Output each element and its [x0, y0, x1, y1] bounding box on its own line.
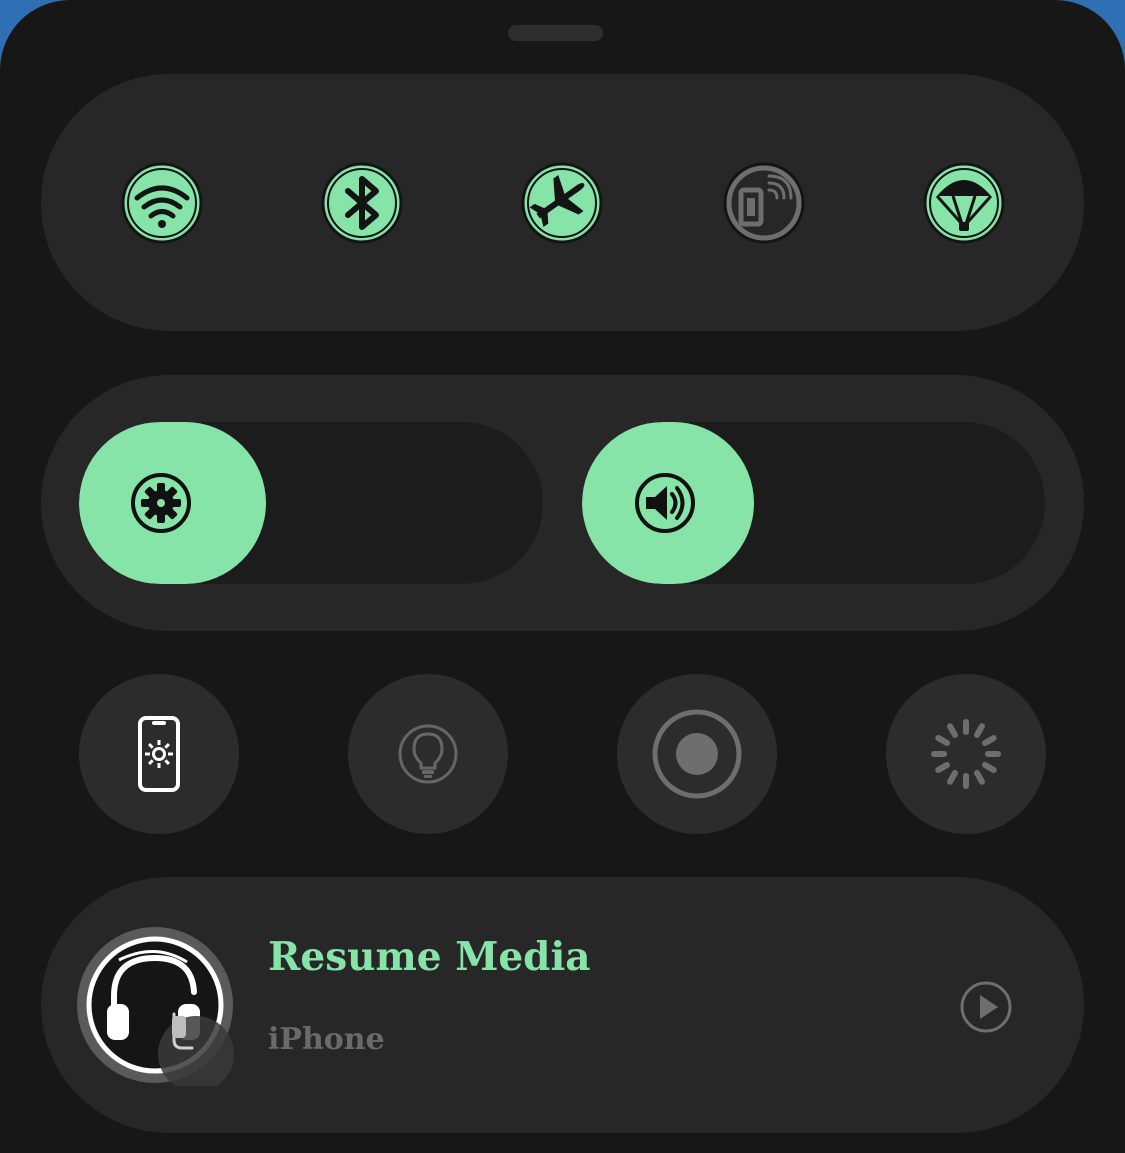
- headphones-icon: [77, 927, 234, 1092]
- volume-slider-fill[interactable]: [582, 422, 754, 584]
- screen-record-button[interactable]: [617, 674, 777, 834]
- brightness-gear-icon: [131, 473, 191, 533]
- airplane-mode-toggle[interactable]: [519, 160, 605, 246]
- brightness-slider[interactable]: [79, 422, 543, 584]
- media-device-label: iPhone: [268, 1022, 385, 1057]
- flashlight-bulb-icon: [398, 724, 458, 784]
- speaker-volume-icon: [635, 473, 695, 533]
- bluetooth-toggle[interactable]: [319, 160, 405, 246]
- parachute-icon: [923, 162, 1005, 244]
- nfc-phone-icon: [723, 162, 805, 244]
- play-button[interactable]: [958, 979, 1014, 1035]
- wifi-icon: [121, 162, 203, 244]
- volume-slider[interactable]: [582, 422, 1045, 584]
- brightness-slider-fill[interactable]: [79, 422, 266, 584]
- wifi-toggle[interactable]: [119, 160, 205, 246]
- flashlight-button[interactable]: [348, 674, 508, 834]
- auto-brightness-button[interactable]: [79, 674, 239, 834]
- play-icon: [960, 981, 1012, 1033]
- screen-record-icon: [652, 709, 742, 799]
- auto-brightness-phone-icon: [138, 716, 180, 792]
- album-art[interactable]: [74, 924, 236, 1092]
- drag-handle[interactable]: [508, 25, 603, 41]
- airplane-mode-icon: [521, 162, 603, 244]
- control-center-panel: Resume Media iPhone: [0, 0, 1125, 1153]
- nfc-toggle[interactable]: [721, 160, 807, 246]
- media-title: Resume Media: [268, 934, 591, 980]
- loading-spinner-icon: [931, 719, 1001, 789]
- parachute-toggle[interactable]: [921, 160, 1007, 246]
- loading-button[interactable]: [886, 674, 1046, 834]
- bluetooth-icon: [321, 162, 403, 244]
